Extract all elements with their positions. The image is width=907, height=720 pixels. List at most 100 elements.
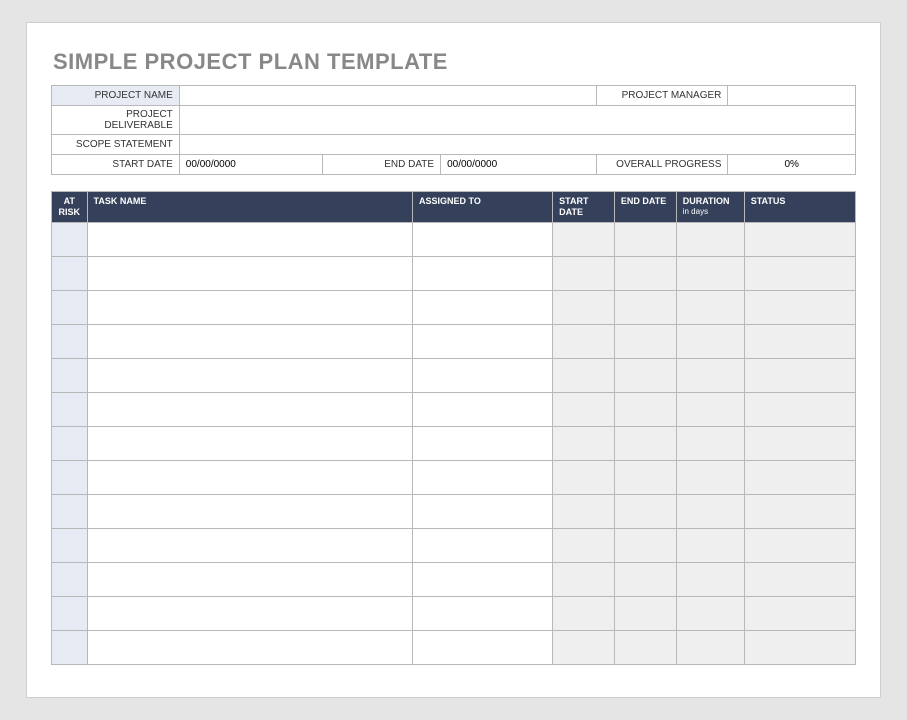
cell-task-name[interactable]	[87, 324, 413, 358]
cell-at-risk[interactable]	[52, 562, 88, 596]
cell-end-date[interactable]	[614, 290, 676, 324]
cell-task-name[interactable]	[87, 494, 413, 528]
cell-assigned-to[interactable]	[413, 222, 553, 256]
cell-at-risk[interactable]	[52, 596, 88, 630]
cell-task-name[interactable]	[87, 596, 413, 630]
start-date-label: START DATE	[52, 155, 180, 175]
cell-end-date[interactable]	[614, 562, 676, 596]
cell-task-name[interactable]	[87, 358, 413, 392]
cell-start-date[interactable]	[553, 426, 615, 460]
cell-assigned-to[interactable]	[413, 562, 553, 596]
project-name-value[interactable]	[179, 86, 596, 106]
cell-start-date[interactable]	[553, 562, 615, 596]
cell-end-date[interactable]	[614, 494, 676, 528]
header-task-name: TASK NAME	[87, 192, 413, 223]
cell-status[interactable]	[744, 630, 855, 664]
cell-start-date[interactable]	[553, 596, 615, 630]
cell-status[interactable]	[744, 460, 855, 494]
cell-assigned-to[interactable]	[413, 358, 553, 392]
overall-progress-value[interactable]: 0%	[728, 155, 856, 175]
cell-end-date[interactable]	[614, 358, 676, 392]
cell-task-name[interactable]	[87, 528, 413, 562]
cell-start-date[interactable]	[553, 324, 615, 358]
cell-end-date[interactable]	[614, 630, 676, 664]
cell-task-name[interactable]	[87, 562, 413, 596]
cell-assigned-to[interactable]	[413, 426, 553, 460]
cell-status[interactable]	[744, 324, 855, 358]
cell-end-date[interactable]	[614, 392, 676, 426]
cell-end-date[interactable]	[614, 426, 676, 460]
cell-status[interactable]	[744, 562, 855, 596]
cell-at-risk[interactable]	[52, 460, 88, 494]
cell-assigned-to[interactable]	[413, 256, 553, 290]
cell-start-date[interactable]	[553, 222, 615, 256]
cell-task-name[interactable]	[87, 460, 413, 494]
cell-duration[interactable]	[676, 494, 744, 528]
cell-status[interactable]	[744, 358, 855, 392]
cell-at-risk[interactable]	[52, 426, 88, 460]
cell-task-name[interactable]	[87, 256, 413, 290]
cell-task-name[interactable]	[87, 630, 413, 664]
start-date-value[interactable]: 00/00/0000	[179, 155, 323, 175]
cell-duration[interactable]	[676, 426, 744, 460]
cell-assigned-to[interactable]	[413, 460, 553, 494]
cell-duration[interactable]	[676, 256, 744, 290]
cell-start-date[interactable]	[553, 630, 615, 664]
cell-task-name[interactable]	[87, 392, 413, 426]
cell-start-date[interactable]	[553, 358, 615, 392]
scope-statement-value[interactable]	[179, 135, 855, 155]
project-manager-value[interactable]	[728, 86, 856, 106]
cell-at-risk[interactable]	[52, 358, 88, 392]
cell-status[interactable]	[744, 256, 855, 290]
cell-assigned-to[interactable]	[413, 324, 553, 358]
project-deliverable-value[interactable]	[179, 106, 855, 135]
cell-at-risk[interactable]	[52, 494, 88, 528]
cell-duration[interactable]	[676, 528, 744, 562]
cell-at-risk[interactable]	[52, 290, 88, 324]
cell-start-date[interactable]	[553, 290, 615, 324]
cell-at-risk[interactable]	[52, 392, 88, 426]
cell-start-date[interactable]	[553, 528, 615, 562]
end-date-value[interactable]: 00/00/0000	[441, 155, 597, 175]
cell-duration[interactable]	[676, 290, 744, 324]
cell-status[interactable]	[744, 528, 855, 562]
cell-duration[interactable]	[676, 596, 744, 630]
cell-at-risk[interactable]	[52, 528, 88, 562]
cell-start-date[interactable]	[553, 392, 615, 426]
cell-end-date[interactable]	[614, 256, 676, 290]
cell-at-risk[interactable]	[52, 324, 88, 358]
cell-assigned-to[interactable]	[413, 392, 553, 426]
cell-duration[interactable]	[676, 630, 744, 664]
cell-assigned-to[interactable]	[413, 528, 553, 562]
cell-end-date[interactable]	[614, 222, 676, 256]
cell-start-date[interactable]	[553, 256, 615, 290]
cell-duration[interactable]	[676, 460, 744, 494]
cell-duration[interactable]	[676, 222, 744, 256]
cell-end-date[interactable]	[614, 460, 676, 494]
cell-assigned-to[interactable]	[413, 630, 553, 664]
cell-status[interactable]	[744, 222, 855, 256]
cell-start-date[interactable]	[553, 460, 615, 494]
cell-end-date[interactable]	[614, 528, 676, 562]
cell-assigned-to[interactable]	[413, 596, 553, 630]
cell-assigned-to[interactable]	[413, 494, 553, 528]
cell-status[interactable]	[744, 596, 855, 630]
cell-assigned-to[interactable]	[413, 290, 553, 324]
cell-status[interactable]	[744, 494, 855, 528]
cell-task-name[interactable]	[87, 290, 413, 324]
cell-task-name[interactable]	[87, 222, 413, 256]
cell-at-risk[interactable]	[52, 256, 88, 290]
cell-start-date[interactable]	[553, 494, 615, 528]
cell-status[interactable]	[744, 290, 855, 324]
cell-task-name[interactable]	[87, 426, 413, 460]
cell-status[interactable]	[744, 392, 855, 426]
cell-end-date[interactable]	[614, 324, 676, 358]
cell-duration[interactable]	[676, 562, 744, 596]
cell-at-risk[interactable]	[52, 222, 88, 256]
cell-duration[interactable]	[676, 324, 744, 358]
cell-duration[interactable]	[676, 358, 744, 392]
cell-status[interactable]	[744, 426, 855, 460]
cell-duration[interactable]	[676, 392, 744, 426]
cell-end-date[interactable]	[614, 596, 676, 630]
cell-at-risk[interactable]	[52, 630, 88, 664]
